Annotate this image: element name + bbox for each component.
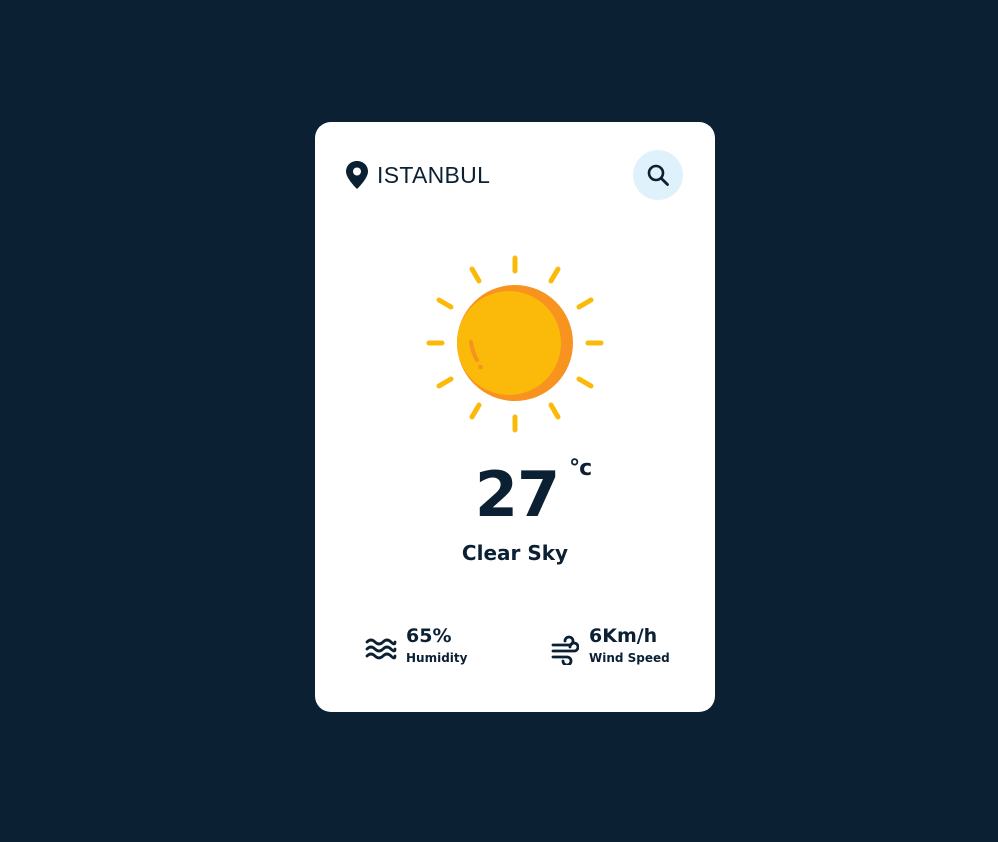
sun-icon	[426, 255, 604, 433]
temperature-value: 27 °c	[474, 456, 592, 531]
search-icon	[647, 164, 669, 186]
humidity-label: Humidity	[406, 651, 468, 665]
temperature-display: 27 °c	[315, 456, 715, 531]
wind-stat: 6Km/h Wind Speed	[551, 625, 701, 673]
wind-label: Wind Speed	[589, 651, 670, 665]
humidity-stat: 65% Humidity	[365, 625, 505, 673]
weather-condition: Clear Sky	[461, 541, 569, 565]
temperature-unit: °c	[569, 456, 592, 481]
location-header	[315, 122, 715, 228]
wind-icon	[551, 635, 579, 665]
wind-value: 6Km/h	[589, 625, 658, 647]
city-input[interactable]	[377, 158, 627, 192]
map-pin-icon	[346, 161, 368, 189]
humidity-value: 65%	[406, 625, 452, 647]
search-button[interactable]	[633, 150, 683, 200]
waves-icon	[365, 638, 397, 660]
weather-card: 27°c Clear Sky 65% Humidity 6Km/h Wind S…	[315, 122, 715, 712]
